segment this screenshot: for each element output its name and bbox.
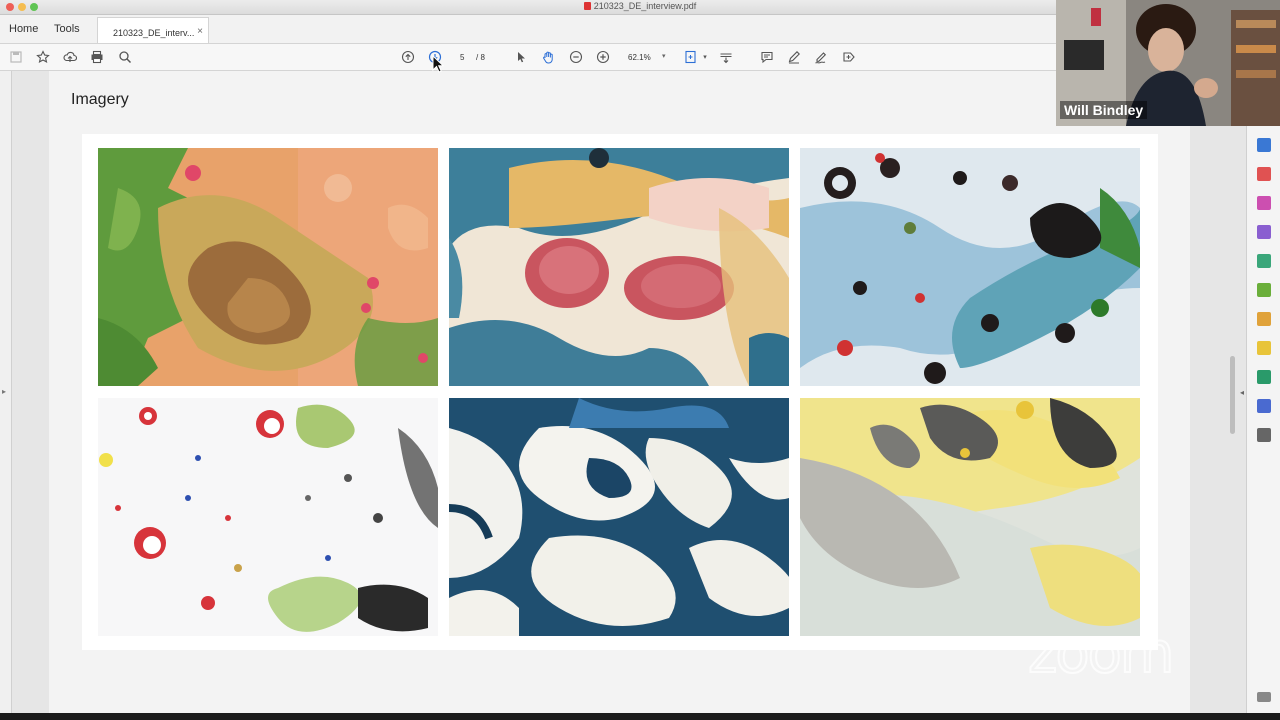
chevron-down-icon[interactable]: ▾ [662,52,666,60]
export-pdf-icon[interactable] [1257,138,1271,152]
marbled-image-yellow-grey [800,398,1140,636]
sign-icon[interactable] [813,49,829,65]
select-pointer-icon[interactable] [513,49,529,65]
previous-page-icon[interactable] [400,49,416,65]
close-tab-icon[interactable]: × [197,26,203,37]
zoom-watermark-logo: zoom [1027,622,1175,684]
window-title-text: 210323_DE_interview.pdf [593,1,697,11]
zoom-out-icon[interactable] [568,49,584,65]
marbled-image-teal-red [449,148,789,386]
zoom-level-field[interactable]: 62.1% [628,53,651,62]
mouse-cursor-icon [432,55,444,73]
zoom-in-icon[interactable] [595,49,611,65]
marbled-image-white-red [98,398,438,636]
chevron-right-icon[interactable]: ▸ [2,387,6,396]
print-icon[interactable] [89,49,105,65]
current-page-number[interactable]: 5 [460,53,464,62]
scroll-mode-icon[interactable] [718,49,734,65]
share-tag-icon[interactable] [841,49,857,65]
vertical-scrollbar[interactable] [1230,356,1235,434]
save-icon[interactable] [8,49,24,65]
tab-tools[interactable]: Tools [54,23,80,35]
chevron-down-icon[interactable]: ▾ [697,49,713,65]
tools-pane [1246,126,1280,713]
pdf-file-icon [583,2,591,10]
protect-shield-icon[interactable] [1257,399,1271,413]
collapse-pane-icon[interactable] [1257,692,1271,702]
scan-ocr-icon[interactable] [1257,312,1271,326]
left-panel-toggle[interactable]: ▸ [0,71,12,713]
marbled-image-orange-green [98,148,438,386]
tab-document[interactable]: 210323_DE_interv... × [97,17,209,43]
page-heading: Imagery [71,91,129,108]
create-pdf-icon[interactable] [1257,167,1271,181]
participant-name: Will Bindley [1060,101,1148,119]
chevron-left-icon[interactable]: ◂ [1240,388,1244,397]
total-page-count: / 8 [476,53,485,62]
bottom-bar [0,713,1280,720]
export-excel-icon[interactable] [1257,283,1271,297]
edit-pdf-icon[interactable] [1257,196,1271,210]
marbled-image-dark-blue [449,398,789,636]
participant-video-tile[interactable]: Will Bindley [1056,0,1280,126]
hand-pan-icon[interactable] [540,49,556,65]
print-production-icon[interactable] [1257,370,1271,384]
search-icon[interactable] [117,49,133,65]
comment-icon[interactable] [759,49,775,65]
document-tab-label: 210323_DE_interv... [113,28,195,38]
highlight-pen-icon[interactable] [786,49,802,65]
svg-text:zoom: zoom [1028,622,1172,684]
fill-sign-icon[interactable] [1257,225,1271,239]
tab-home[interactable]: Home [9,23,38,35]
organize-pages-icon[interactable] [1257,254,1271,268]
more-tools-icon[interactable] [1257,428,1271,442]
comment-tool-icon[interactable] [1257,341,1271,355]
marbled-image-blue-black [800,148,1140,386]
bookmark-star-icon[interactable] [35,49,51,65]
upload-cloud-icon[interactable] [62,49,78,65]
